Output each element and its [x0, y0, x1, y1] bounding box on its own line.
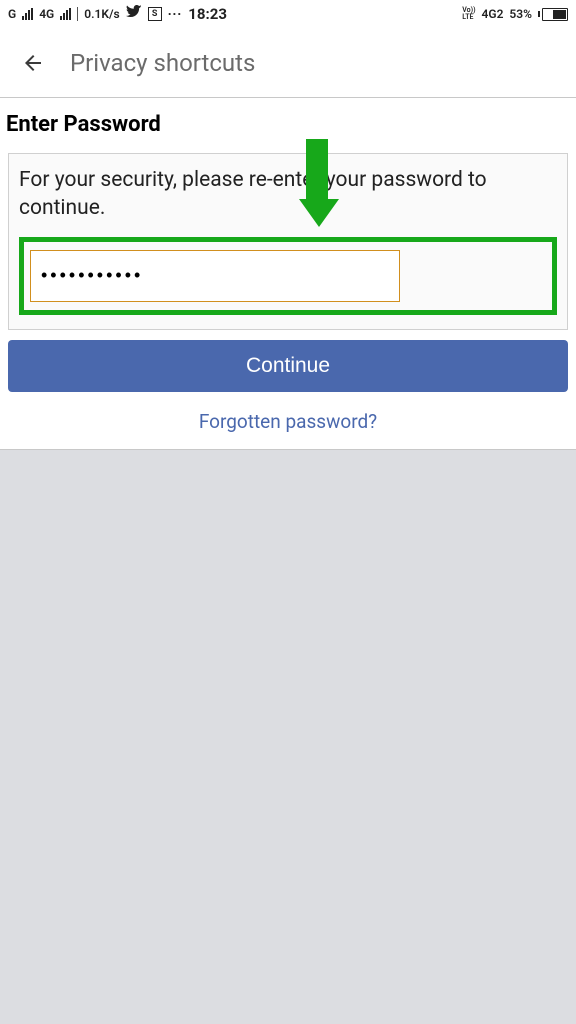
password-input[interactable]	[30, 250, 400, 302]
signal-bars-1-icon	[22, 8, 33, 20]
nav-bar: Privacy shortcuts	[0, 28, 576, 98]
status-left: G 4G 0.1K/s S ··· 18:23	[8, 5, 227, 24]
status-right: Vo)) LTE 4G2 53%	[462, 7, 568, 21]
instruction-text: For your security, please re-enter your …	[19, 166, 557, 223]
battery-percent: 53%	[509, 7, 532, 21]
volte-icon: Vo)) LTE	[462, 7, 475, 21]
more-dots-icon: ···	[168, 7, 183, 21]
network-type-2: 4G	[39, 7, 54, 21]
section-title: Enter Password	[0, 98, 576, 147]
signal-4g2: 4G2	[482, 7, 504, 21]
clock-time: 18:23	[188, 5, 227, 23]
form-box: For your security, please re-enter your …	[8, 153, 568, 330]
divider-icon	[77, 7, 78, 21]
network-type-1: G	[8, 7, 16, 21]
volte-bottom: LTE	[462, 13, 473, 21]
annotation-highlight-box	[19, 237, 557, 315]
content-area: Enter Password For your security, please…	[0, 98, 576, 450]
status-bar: G 4G 0.1K/s S ··· 18:23 Vo)) LTE 4G2 53%	[0, 0, 576, 28]
twitter-icon	[126, 5, 142, 24]
back-button[interactable]	[18, 48, 48, 78]
boxed-s-icon: S	[148, 7, 162, 21]
arrow-left-icon	[19, 51, 47, 75]
forgotten-password-link[interactable]: Forgotten password?	[0, 400, 576, 449]
data-speed: 0.1K/s	[84, 7, 119, 21]
signal-bars-2-icon	[60, 8, 71, 20]
continue-button[interactable]: Continue	[8, 340, 568, 392]
battery-icon	[538, 8, 568, 21]
page-title: Privacy shortcuts	[70, 49, 255, 77]
